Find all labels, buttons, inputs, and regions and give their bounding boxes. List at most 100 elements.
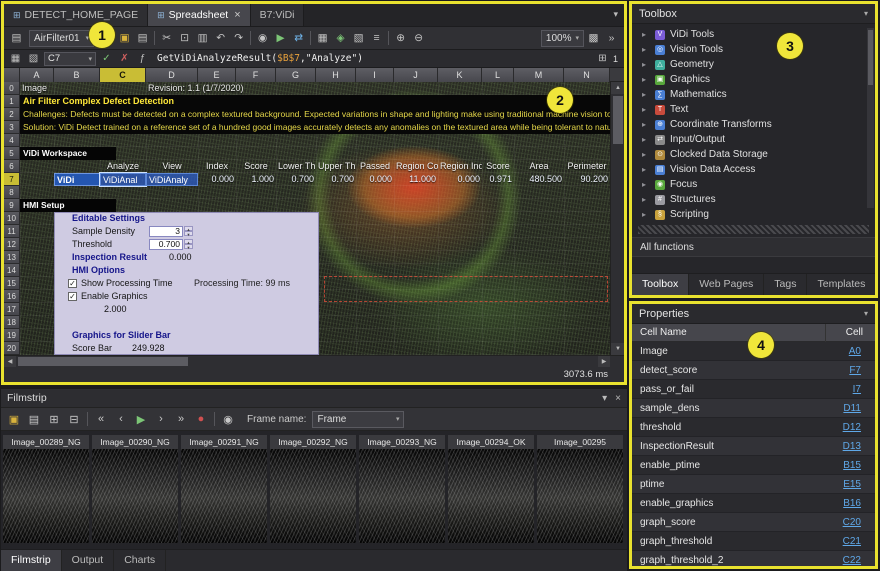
filmstrip-thumbnail[interactable]: Image_00295	[537, 435, 623, 545]
column-header-g[interactable]: G	[276, 68, 316, 82]
column-header-e[interactable]: E	[198, 68, 236, 82]
cell-link[interactable]: B15	[843, 460, 875, 471]
column-header-l[interactable]: L	[482, 68, 514, 82]
cell-f6[interactable]: Score	[236, 160, 276, 173]
toolbar-overflow-icon[interactable]: »	[603, 30, 620, 47]
expand-arrow-icon[interactable]: ▸	[642, 180, 650, 189]
cell-link[interactable]: C21	[843, 536, 875, 547]
banner-cell[interactable]: Solution: ViDi Detect trained on a refer…	[20, 121, 610, 134]
row-header-10[interactable]: 10	[4, 212, 20, 225]
online-toggle-icon[interactable]: ⇄	[290, 30, 307, 47]
cell-k6[interactable]: Region Ind	[438, 160, 482, 173]
tab-web-pages[interactable]: Web Pages	[689, 274, 764, 295]
cell-l6[interactable]: Score	[482, 160, 514, 173]
copy-icon[interactable]: ⊡	[176, 30, 193, 47]
tab-spreadsheet[interactable]: ⊞Spreadsheet×	[148, 4, 251, 26]
scroll-right-icon[interactable]: ▶	[598, 356, 610, 367]
cell-link[interactable]: D13	[843, 441, 875, 452]
row-header-12[interactable]: 12	[4, 238, 20, 251]
cell-n6[interactable]: Perimeter	[564, 160, 610, 173]
cell-link[interactable]: C20	[843, 517, 875, 528]
show-grid-icon[interactable]: ▦	[314, 30, 331, 47]
accept-formula-icon[interactable]: ✓	[99, 53, 114, 64]
cell-reference-box[interactable]: C7 ▾	[44, 52, 96, 66]
filmstrip-thumbnail[interactable]: Image_00289_NG	[3, 435, 89, 545]
cell-link[interactable]: B16	[843, 498, 875, 509]
add-image-icon[interactable]: ⊞	[45, 410, 63, 428]
toolbox-category-clocked-data-storage[interactable]: ▸⊙Clocked Data Storage	[632, 147, 875, 162]
live-video-icon[interactable]: ▶	[272, 30, 289, 47]
cell-g6[interactable]: Lower Thre	[276, 160, 316, 173]
toolbox-category-coordinate-transforms[interactable]: ▸⊕Coordinate Transforms	[632, 117, 875, 132]
tab-filmstrip[interactable]: Filmstrip	[1, 550, 62, 571]
threshold-input[interactable]: 0.700	[149, 239, 183, 250]
row-header-2[interactable]: 2	[4, 108, 20, 121]
vertical-scrollbar[interactable]: ▲▼	[610, 82, 624, 355]
scroll-thumb[interactable]	[868, 30, 873, 85]
filmstrip-thumbnail[interactable]: Image_00291_NG	[181, 435, 267, 545]
cell-d0[interactable]: Revision: 1.1 (1/7/2020)	[146, 82, 286, 95]
row-header-3[interactable]: 3	[4, 121, 20, 134]
cell-l7[interactable]: 0.971	[482, 173, 514, 186]
cell-c7[interactable]: ViDiAnal	[100, 173, 146, 186]
tab-b7-vidi[interactable]: B7:ViDi	[251, 4, 305, 26]
column-header-i[interactable]: I	[356, 68, 394, 82]
save-film-icon[interactable]: ▤	[25, 410, 43, 428]
cell-link[interactable]: E15	[843, 479, 875, 490]
job-select[interactable]: AirFilter01 ▾	[29, 30, 94, 47]
scroll-thumb[interactable]	[613, 96, 623, 144]
spin-down-icon[interactable]: ▼	[184, 231, 193, 236]
row-header-1[interactable]: 1	[4, 95, 20, 108]
row-header-5[interactable]: 5	[4, 147, 20, 160]
enable-graphics-checkbox[interactable]: ✓	[68, 292, 77, 301]
expand-arrow-icon[interactable]: ▸	[642, 165, 650, 174]
chevron-down-icon[interactable]: ▾	[864, 9, 868, 18]
toolbox-category-geometry[interactable]: ▸△Geometry	[632, 57, 875, 72]
scroll-thumb[interactable]	[18, 357, 188, 366]
open-job-icon[interactable]: ▣	[116, 30, 133, 47]
row-header-8[interactable]: 8	[4, 186, 20, 199]
column-header-c[interactable]: C	[100, 68, 146, 82]
cell-i7[interactable]: 0.000	[356, 173, 394, 186]
toolbox-scrollbar[interactable]	[867, 28, 874, 208]
expand-arrow-icon[interactable]: ▸	[642, 105, 650, 114]
toolbox-category-input-output[interactable]: ▸⇄Input/Output	[632, 132, 875, 147]
zoom-in-icon[interactable]: ⊕	[392, 30, 409, 47]
tab-detect-home-page[interactable]: ⊞DETECT_HOME_PAGE	[4, 4, 148, 26]
graphics-overlay-icon[interactable]: ◈	[332, 30, 349, 47]
toolbox-category-mathematics[interactable]: ▸∑Mathematics	[632, 87, 875, 102]
tab-tags[interactable]: Tags	[764, 274, 807, 295]
cell-f7[interactable]: 1.000	[236, 173, 276, 186]
expand-arrow-icon[interactable]: ▸	[642, 120, 650, 129]
row-header-4[interactable]: 4	[4, 134, 20, 147]
show-processing-time-checkbox[interactable]: ✓	[68, 279, 77, 288]
cell-link[interactable]: I7	[853, 384, 875, 395]
redo-icon[interactable]: ↷	[230, 30, 247, 47]
remove-image-icon[interactable]: ⊟	[65, 410, 83, 428]
cell-h6[interactable]: Upper Thre	[316, 160, 356, 173]
row-header-11[interactable]: 11	[4, 225, 20, 238]
zoom-select[interactable]: 100% ▾	[541, 30, 584, 47]
open-film-icon[interactable]: ▣	[5, 410, 23, 428]
expand-arrow-icon[interactable]: ▸	[642, 90, 650, 99]
tab-charts[interactable]: Charts	[114, 550, 166, 571]
cell-link[interactable]: F7	[849, 365, 875, 376]
all-functions-item[interactable]: All functions	[632, 237, 875, 257]
sample-density-input[interactable]: 3	[149, 226, 183, 237]
column-header-m[interactable]: M	[514, 68, 564, 82]
snippets-icon[interactable]: ≡	[368, 30, 385, 47]
step-forward-icon[interactable]: ›	[152, 410, 170, 428]
expand-arrow-icon[interactable]: ▸	[642, 45, 650, 54]
horizontal-scrollbar[interactable]: ◀ ▶	[4, 355, 624, 366]
skip-last-icon[interactable]: »	[172, 410, 190, 428]
banner-cell[interactable]: Air Filter Complex Defect Detection	[20, 95, 610, 108]
row-header-0[interactable]: 0	[4, 82, 20, 95]
scroll-up-icon[interactable]: ▲	[611, 82, 624, 94]
cell-m6[interactable]: Area	[514, 160, 564, 173]
spin-down-icon[interactable]: ▼	[184, 244, 193, 249]
toolbox-category-vidi-tools[interactable]: ▸VViDi Tools	[632, 27, 875, 42]
cell-link[interactable]: D12	[843, 422, 875, 433]
expand-arrow-icon[interactable]: ▸	[642, 150, 650, 159]
expand-arrow-icon[interactable]: ▸	[642, 195, 650, 204]
cell-link[interactable]: C22	[843, 555, 875, 566]
